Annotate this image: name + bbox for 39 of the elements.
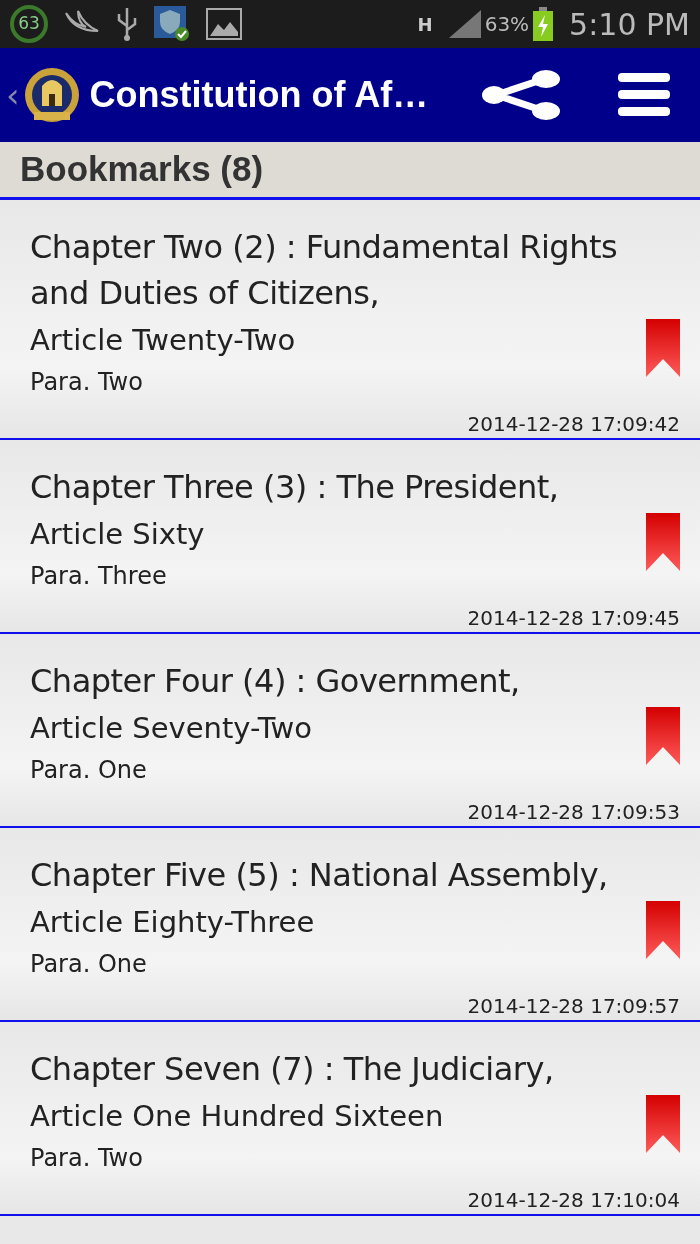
notification-badge: 63: [10, 5, 48, 43]
image-icon: [206, 8, 242, 40]
bookmark-date: 2014-12-28 17:10:04: [466, 1187, 680, 1214]
menu-icon[interactable]: [618, 73, 670, 117]
article-title: Article Sixty: [30, 516, 206, 553]
bookmark-date: 2014-12-28 17:09:42: [466, 411, 680, 438]
signal-icon: [448, 10, 481, 38]
usb-icon: [116, 6, 138, 42]
paragraph-label: Para. Two: [30, 367, 144, 398]
battery-percent: 63%: [484, 11, 530, 38]
article-title: Article Seventy-Two: [30, 710, 314, 747]
app-title: Constitution of Af…: [89, 73, 430, 117]
back-button[interactable]: ‹: [6, 69, 20, 121]
bookmark-icon: [646, 901, 680, 959]
battery-charging-icon: [533, 7, 554, 41]
clock: 5:10 PM: [569, 5, 690, 44]
bookmark-icon: [646, 319, 680, 377]
paragraph-label: Para. One: [30, 755, 148, 786]
share-icon[interactable]: [482, 69, 560, 121]
paragraph-label: Para. Three: [30, 561, 168, 592]
bookmark-icon: [646, 707, 680, 765]
chapter-title: Chapter Five (5) : National Assembly,: [30, 855, 609, 896]
chapter-title: Chapter Three (3) : The President,: [30, 467, 560, 508]
article-title: Article Twenty-Two: [30, 322, 297, 359]
bookmark-date: 2014-12-28 17:09:57: [466, 993, 680, 1020]
bookmark-date: 2014-12-28 17:09:53: [466, 799, 680, 826]
article-title: Article Eighty-Three: [30, 904, 316, 941]
section-title: Bookmarks (8): [20, 148, 264, 191]
network-type-indicator: H: [417, 12, 433, 37]
chapter-title: Chapter Two (2) : Fundamental Rights and Duties of Citizens,: [30, 227, 619, 314]
paragraph-label: Para. Two: [30, 1143, 144, 1174]
bookmark-icon: [646, 513, 680, 571]
chapter-title: Chapter Four (4) : Government,: [30, 661, 521, 702]
bookmark-icon: [646, 1095, 680, 1153]
bookmark-date: 2014-12-28 17:09:45: [466, 605, 680, 632]
chapter-title: Chapter Seven (7) : The Judiciary,: [30, 1049, 555, 1090]
shield-icon: [154, 6, 190, 42]
paragraph-label: Para. One: [30, 949, 148, 980]
article-title: Article One Hundred Sixteen: [30, 1098, 445, 1135]
